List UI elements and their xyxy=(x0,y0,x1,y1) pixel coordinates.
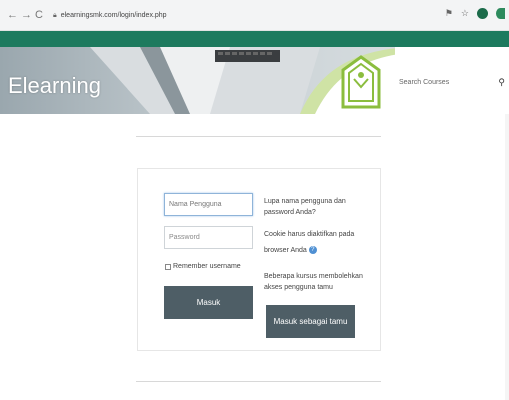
divider xyxy=(136,136,381,137)
remember-label: Remember username xyxy=(173,263,241,270)
lock-icon: 🔒︎ xyxy=(53,11,57,19)
address-bar[interactable]: 🔒︎ elearningsmk.com/login/index.php xyxy=(53,7,413,24)
guest-login-button[interactable]: Masuk sebagai tamu xyxy=(266,305,355,338)
url-text: elearningsmk.com/login/index.php xyxy=(60,12,167,19)
divider xyxy=(136,381,381,382)
star-icon[interactable]: ☆ xyxy=(461,8,469,19)
scrollbar[interactable] xyxy=(505,114,509,400)
site-title[interactable]: Elearning xyxy=(8,73,101,99)
forward-icon[interactable]: → xyxy=(21,9,32,21)
browser-actions: ⚑ ☆ xyxy=(445,8,505,19)
username-field[interactable]: Nama Pengguna xyxy=(164,193,253,216)
translate-icon[interactable]: ⚑ xyxy=(445,8,453,19)
guest-line-1: Beberapa kursus membolehkan xyxy=(264,273,363,280)
search-input[interactable]: Search Courses xyxy=(399,79,449,86)
forgot-password-link[interactable]: Lupa nama pengguna dan password Anda? xyxy=(264,196,374,218)
forgot-line-1: Lupa nama pengguna dan xyxy=(264,198,346,205)
reload-icon[interactable]: C xyxy=(35,9,43,21)
forgot-line-2: password Anda? xyxy=(264,209,316,216)
back-icon[interactable]: ← xyxy=(7,9,18,21)
browser-toolbar: ← → C 🔒︎ elearningsmk.com/login/index.ph… xyxy=(0,0,509,31)
remember-username[interactable]: Remember username xyxy=(165,263,241,270)
help-icon[interactable]: ? xyxy=(308,246,317,255)
profile-icon[interactable] xyxy=(496,8,505,19)
password-field[interactable]: Password xyxy=(164,226,253,249)
search-courses[interactable]: Search Courses ⚲ xyxy=(395,71,509,93)
remember-checkbox[interactable] xyxy=(165,263,171,270)
navbar-strip xyxy=(0,31,509,47)
cookie-notice: Cookie harus diaktifkan pada browser And… xyxy=(264,229,374,256)
search-icon[interactable]: ⚲ xyxy=(498,77,505,88)
guest-notice: Beberapa kursus membolehkan akses penggu… xyxy=(264,271,374,293)
guest-line-2: akses pengguna tamu xyxy=(264,284,333,291)
cookie-line-2: browser Anda xyxy=(264,247,307,254)
login-button[interactable]: Masuk xyxy=(164,286,253,319)
extension-icon[interactable] xyxy=(477,8,488,19)
cookie-line-1: Cookie harus diaktifkan pada xyxy=(264,231,355,238)
